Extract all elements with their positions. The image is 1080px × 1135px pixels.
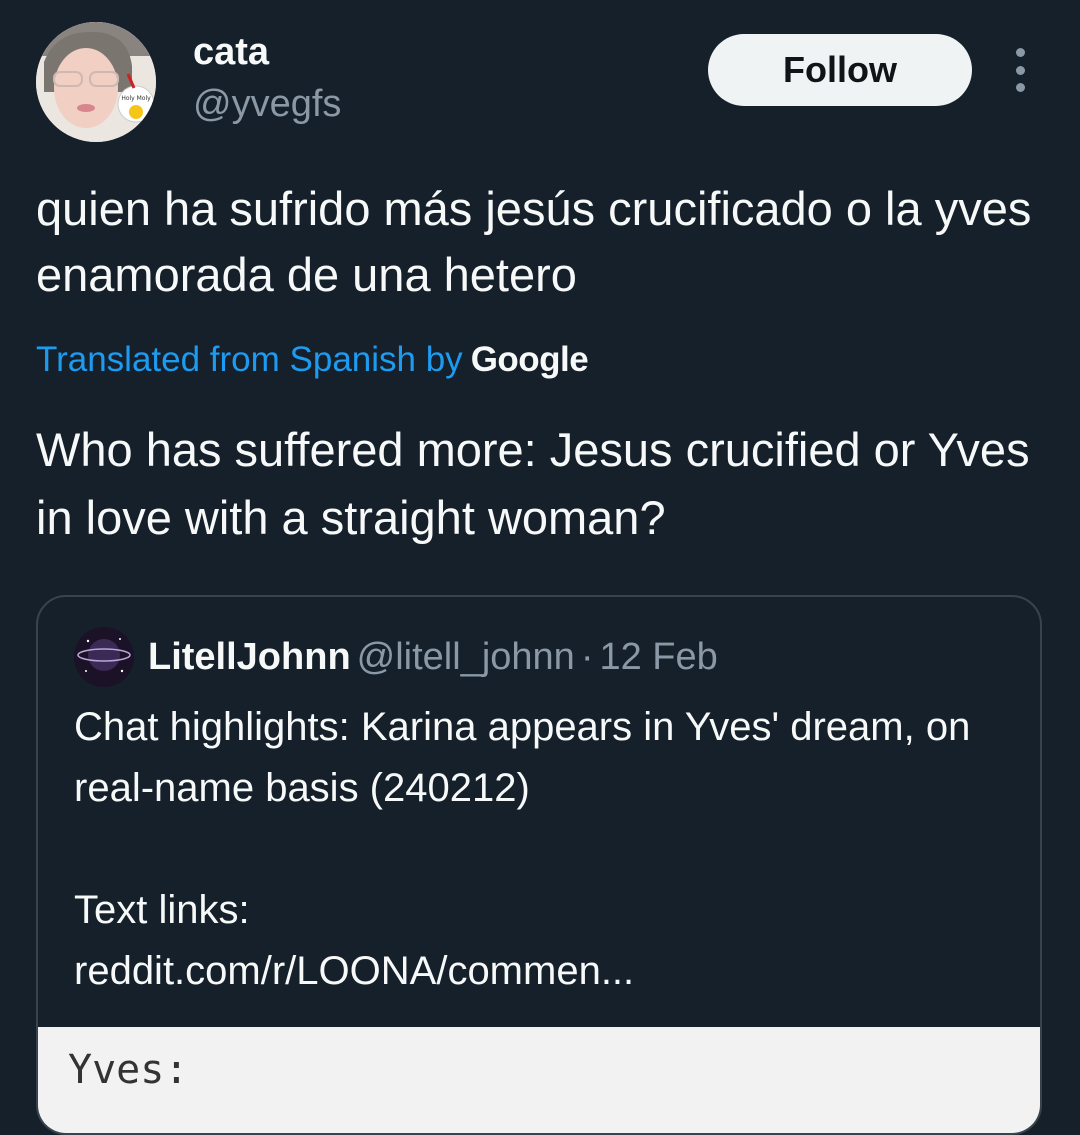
more-dot xyxy=(1015,48,1025,57)
author-handle[interactable]: @yvegfs xyxy=(193,80,341,128)
translated-text: Who has suffered more: Jesus crucified o… xyxy=(36,423,1030,544)
quoted-author-avatar xyxy=(74,627,134,687)
author-display-name[interactable]: cata xyxy=(193,28,269,76)
quoted-text-line: Text links: xyxy=(74,888,250,932)
more-options-icon[interactable] xyxy=(1005,48,1035,92)
more-dot xyxy=(1015,83,1025,92)
quoted-tweet-card[interactable]: LitellJohnn @litell_johnn · 12 Feb Chat hig… xyxy=(36,595,1042,1135)
author-avatar[interactable]: Holy Moly xyxy=(36,22,156,142)
google-logo: Google xyxy=(470,340,589,379)
quoted-link[interactable]: reddit.com/r/LOONA/commen... xyxy=(74,941,1014,1002)
quoted-author-handle[interactable]: @litell_johnn xyxy=(357,636,575,678)
quoted-tweet-header: LitellJohnn @litell_johnn · 12 Feb xyxy=(148,633,718,681)
avatar-sticker-text: Holy Moly xyxy=(121,95,151,102)
follow-button[interactable]: Follow xyxy=(708,34,972,106)
quoted-tweet-text: Chat highlights: Karina appears in Yves'… xyxy=(74,697,1014,1002)
quoted-author-name[interactable]: LitellJohnn xyxy=(148,636,351,678)
media-caption-text: Yves: xyxy=(68,1047,189,1093)
translation-attribution: Translated from Spanish by Google xyxy=(36,336,589,384)
tweet-text: quien ha sufrido más jesús crucificado o… xyxy=(36,182,1032,301)
quoted-tweet-date[interactable]: 12 Feb xyxy=(599,636,717,678)
header-separator: · xyxy=(580,636,594,678)
quoted-tweet-media[interactable]: Yves: xyxy=(38,1027,1040,1133)
translated-from-link[interactable]: Translated from Spanish by xyxy=(36,340,463,379)
quoted-text-line: Chat highlights: Karina appears in Yves'… xyxy=(74,705,971,810)
more-dot xyxy=(1015,65,1025,75)
